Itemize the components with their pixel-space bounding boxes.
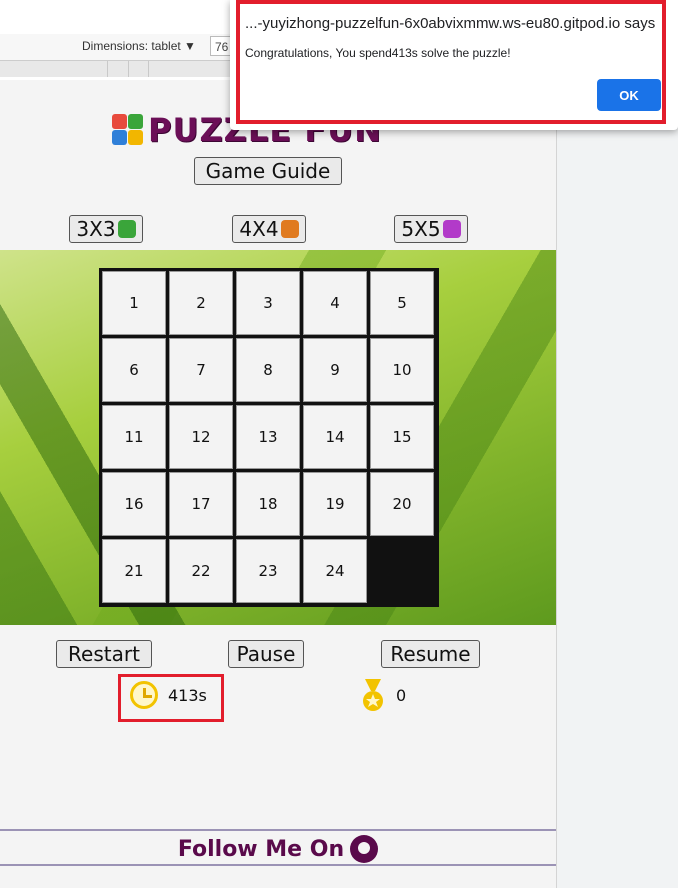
tile[interactable]: 23 bbox=[236, 539, 300, 603]
tile[interactable]: 11 bbox=[102, 405, 166, 469]
dialog-message: Congratulations, You spend413s solve the… bbox=[245, 46, 511, 60]
tile[interactable]: 6 bbox=[102, 338, 166, 402]
tile[interactable]: 21 bbox=[102, 539, 166, 603]
medal-icon bbox=[363, 679, 383, 711]
tile[interactable]: 18 bbox=[236, 472, 300, 536]
tile[interactable]: 2 bbox=[169, 271, 233, 335]
empty-tile bbox=[370, 539, 434, 603]
tile[interactable]: 9 bbox=[303, 338, 367, 402]
tile[interactable]: 8 bbox=[236, 338, 300, 402]
restart-button[interactable]: Restart bbox=[56, 640, 152, 668]
timer-highlight bbox=[118, 674, 224, 722]
tile[interactable]: 1 bbox=[102, 271, 166, 335]
tile[interactable]: 12 bbox=[169, 405, 233, 469]
game-guide-button[interactable]: Game Guide bbox=[194, 157, 342, 185]
tile[interactable]: 7 bbox=[169, 338, 233, 402]
puzzle-piece-icon bbox=[280, 220, 299, 238]
tile[interactable]: 3 bbox=[236, 271, 300, 335]
pause-button[interactable]: Pause bbox=[228, 640, 304, 668]
ruler-mark bbox=[107, 61, 108, 77]
dialog-title: ...-yuyizhong-puzzelfun-6x0abvixmmw.ws-e… bbox=[245, 15, 656, 32]
footer-divider bbox=[0, 864, 556, 866]
tile[interactable]: 13 bbox=[236, 405, 300, 469]
tile[interactable]: 14 bbox=[303, 405, 367, 469]
puzzle-piece-icon bbox=[117, 220, 136, 238]
puzzle-piece-icon bbox=[442, 220, 461, 238]
dimensions-dropdown[interactable]: Dimensions: tablet ▼ bbox=[82, 39, 196, 53]
puzzle-board: 1 2 3 4 5 6 7 8 9 10 11 12 13 14 15 16 1… bbox=[99, 268, 439, 607]
github-icon[interactable] bbox=[350, 835, 379, 863]
size-5x5-label: 5X5 bbox=[401, 217, 441, 241]
tile[interactable]: 20 bbox=[370, 472, 434, 536]
moves-value: 0 bbox=[396, 686, 407, 705]
size-4x4-label: 4X4 bbox=[239, 217, 279, 241]
size-4x4-button[interactable]: 4X4 bbox=[232, 215, 306, 243]
right-gutter bbox=[557, 80, 678, 888]
size-5x5-button[interactable]: 5X5 bbox=[394, 215, 468, 243]
tile[interactable]: 5 bbox=[370, 271, 434, 335]
tile[interactable]: 19 bbox=[303, 472, 367, 536]
footer-divider bbox=[0, 829, 556, 831]
ok-button[interactable]: OK bbox=[597, 79, 661, 111]
tile[interactable]: 15 bbox=[370, 405, 434, 469]
tile[interactable]: 22 bbox=[169, 539, 233, 603]
size-3x3-label: 3X3 bbox=[76, 217, 116, 241]
tile[interactable]: 10 bbox=[370, 338, 434, 402]
footer-text: Follow Me On bbox=[177, 836, 345, 862]
tile[interactable]: 4 bbox=[303, 271, 367, 335]
tile[interactable]: 17 bbox=[169, 472, 233, 536]
tile[interactable]: 16 bbox=[102, 472, 166, 536]
tile[interactable]: 24 bbox=[303, 539, 367, 603]
resume-button[interactable]: Resume bbox=[381, 640, 480, 668]
ruler-mark bbox=[148, 61, 149, 77]
ruler-mark bbox=[128, 61, 129, 77]
size-3x3-button[interactable]: 3X3 bbox=[69, 215, 143, 243]
puzzle-logo-icon bbox=[112, 114, 144, 146]
footer: Follow Me On bbox=[0, 832, 556, 866]
